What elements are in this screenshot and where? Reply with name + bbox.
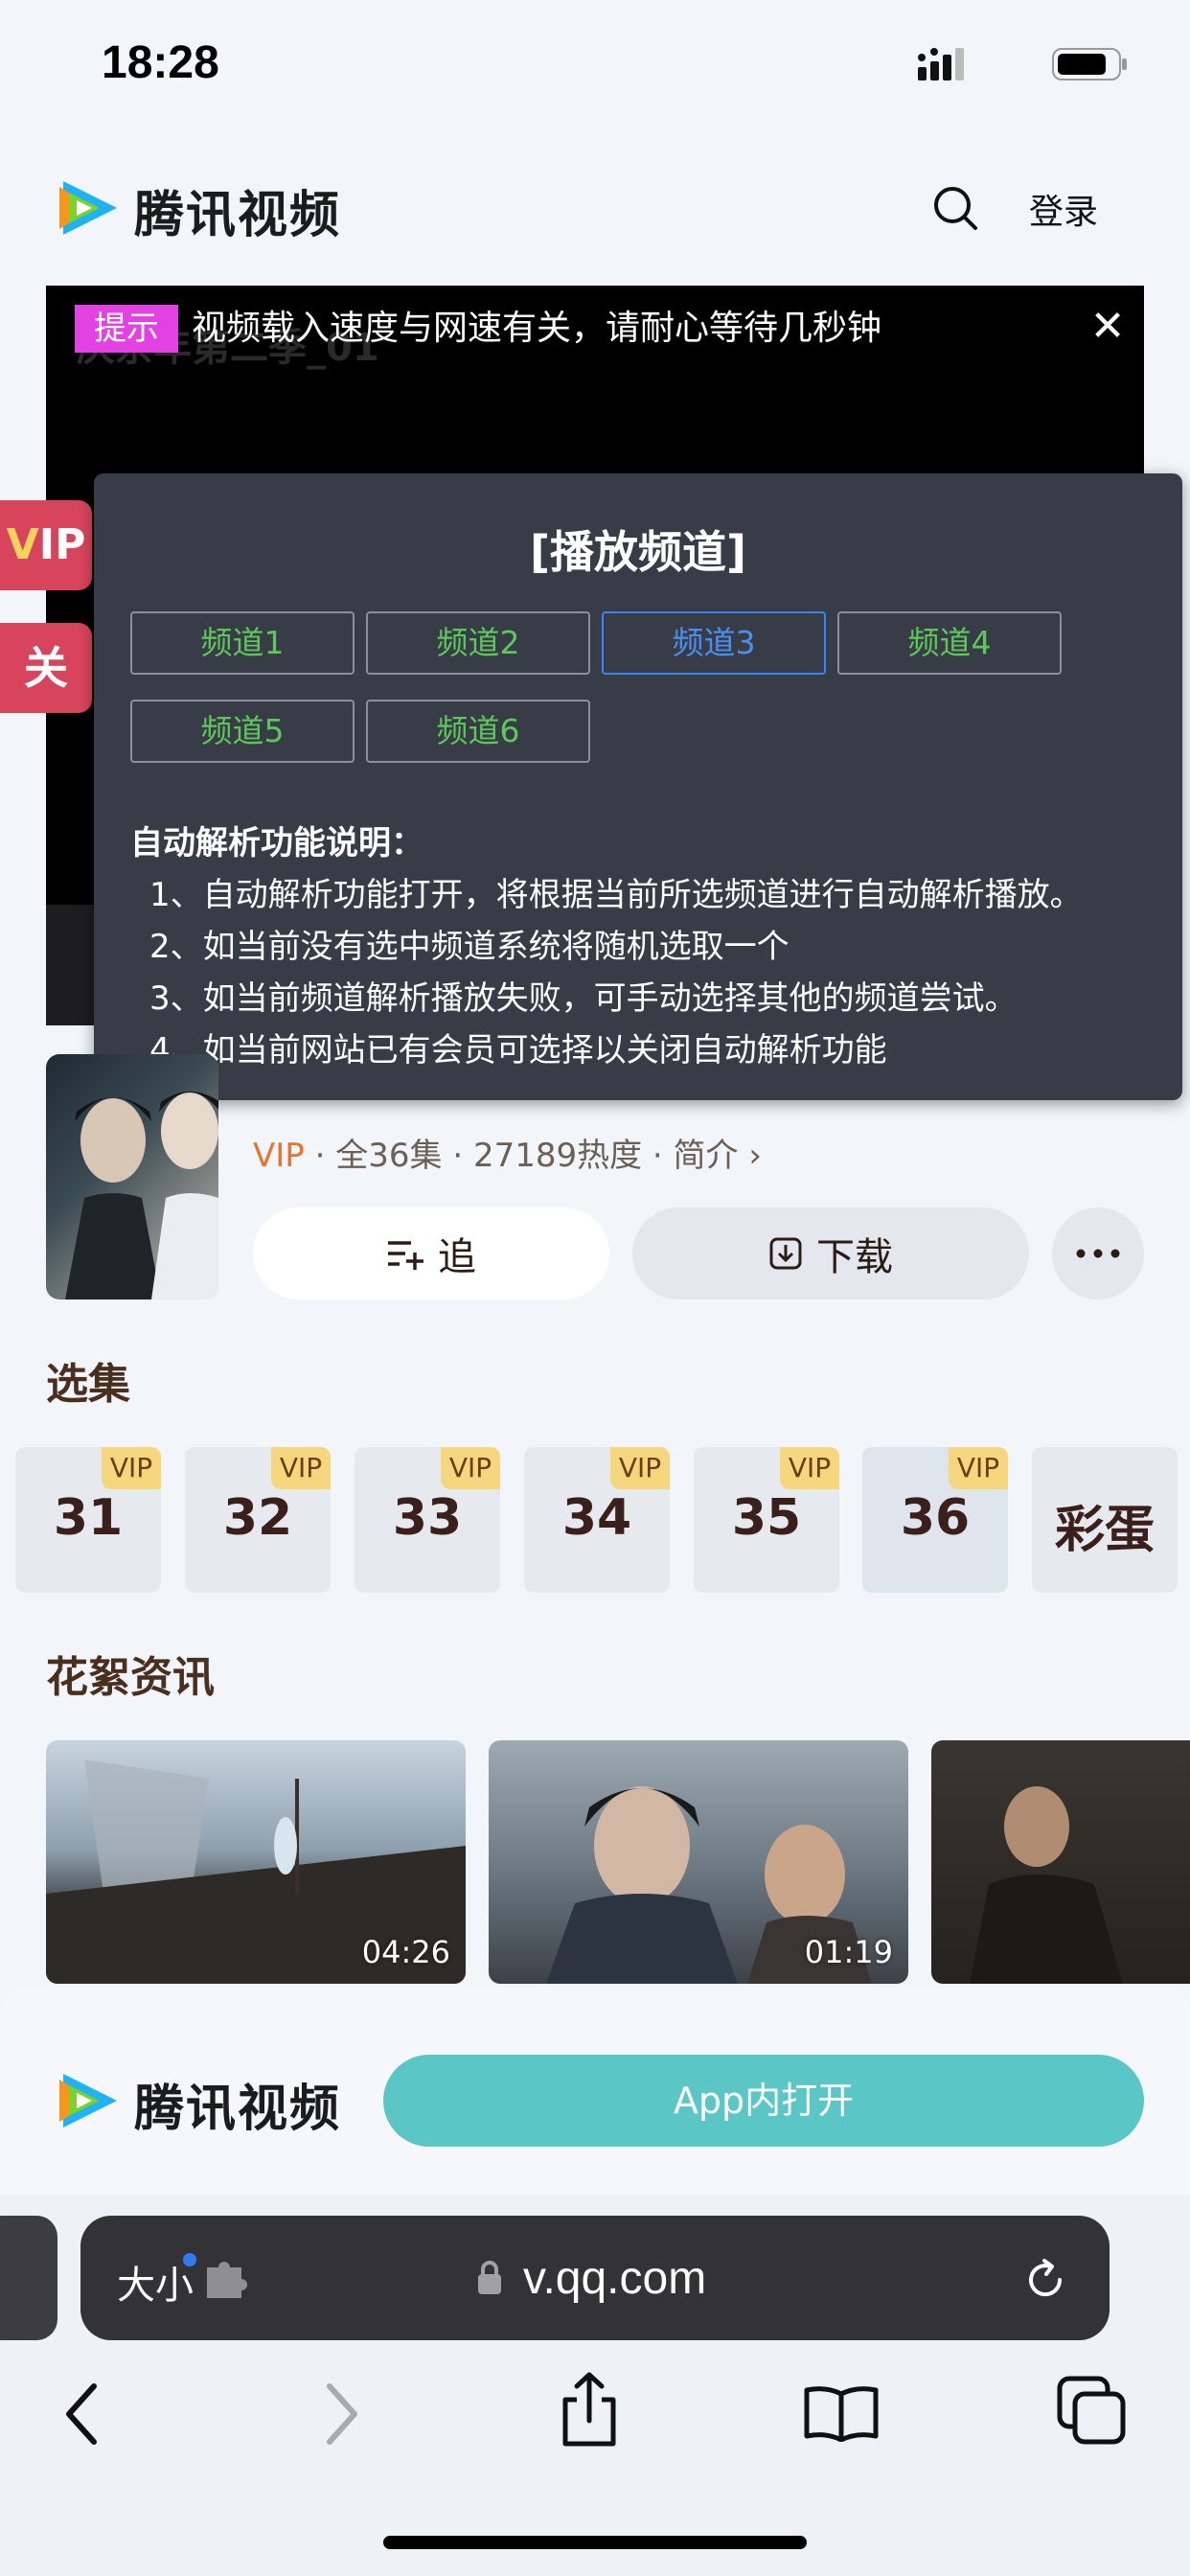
vip-badge: VIP [780,1447,839,1489]
forward-arrow-icon[interactable] [320,2382,362,2446]
vip-side-tab[interactable]: VIP [0,500,92,590]
tabs-icon[interactable] [1056,2375,1127,2446]
video-duration: 01:19 [804,1934,893,1970]
download-button[interactable]: 下载 [632,1208,1029,1300]
close-side-tab[interactable]: 关 [0,623,92,713]
download-label: 下载 [816,1235,893,1279]
follow-label: 追 [438,1235,476,1279]
back-arrow-icon[interactable] [61,2382,103,2446]
brand-name: 腾讯视频 [134,187,342,244]
reload-icon[interactable] [1021,2256,1069,2304]
channel-6-button[interactable]: 频道6 [366,700,590,763]
chevron-right-icon: › [748,1137,762,1175]
episode-number: 34 [561,1489,632,1547]
news-thumbnail[interactable] [931,1740,1190,1984]
show-meta: VIP · 全36集 · 27189热度 · 简介 › [253,1129,762,1176]
vip-side-v: V [6,520,39,569]
episode-item[interactable]: 31 VIP [15,1447,161,1593]
episode-item[interactable]: 35 VIP [694,1447,839,1593]
note-line-4: 4、如当前网站已有会员可选择以关闭自动解析功能 [149,1031,887,1070]
previous-tab-preview[interactable] [0,2216,57,2340]
status-time: 18:28 [102,37,219,88]
channel-4-button[interactable]: 频道4 [837,611,1062,675]
news-thumbnail[interactable]: 04:26 [46,1740,466,1984]
meta-sep-1: · [314,1137,326,1175]
meta-sep-3: · [652,1137,663,1175]
show-poster[interactable] [46,1054,218,1300]
download-icon [769,1237,802,1270]
note-line-3: 3、如当前频道解析播放失败，可手动选择其他的频道尝试。 [149,979,1018,1018]
vip-badge: VIP [441,1447,500,1489]
home-indicator [383,2536,807,2549]
notification-dot-icon [183,2253,196,2266]
episode-number: 31 [53,1489,124,1547]
channel-2-button[interactable]: 频道2 [366,611,590,675]
vip-badge: VIP [949,1447,1008,1489]
video-duration: 04:26 [361,1934,450,1970]
vip-badge: VIP [102,1447,161,1489]
episode-item[interactable]: 33 VIP [355,1447,500,1593]
search-icon[interactable] [931,184,979,232]
channel-1-button[interactable]: 频道1 [130,611,355,675]
more-button[interactable] [1052,1208,1144,1300]
poster-art [65,1092,218,1300]
url-text[interactable]: v.qq.com [523,2252,706,2305]
cellular-signal-icon [918,48,964,80]
meta-sep-2: · [452,1137,464,1175]
thumbnail-art [970,1786,1123,1984]
banner-brand-name: 腾讯视频 [134,2081,342,2138]
hint-tag: 提示 [75,305,178,353]
extension-puzzle-icon[interactable] [203,2258,253,2300]
add-to-list-icon [388,1241,423,1270]
note-line-2: 2、如当前没有选中频道系统将随机选取一个 [149,928,790,966]
vip-side-ip: IP [38,520,86,569]
hint-text: 视频载入速度与网速有关，请耐心等待几秒钟 [192,309,882,348]
follow-button[interactable]: 追 [253,1208,609,1300]
more-dots-icon [1076,1249,1120,1258]
meta-vip: VIP [253,1137,305,1175]
meta-heat: 27189热度 [472,1137,643,1175]
episode-item[interactable]: 36 VIP [862,1447,1008,1593]
episode-number: 32 [222,1489,293,1547]
vip-badge: VIP [271,1447,331,1489]
login-link[interactable]: 登录 [1029,184,1098,234]
share-icon[interactable] [558,2371,621,2450]
open-in-app-button[interactable]: App内打开 [383,2055,1144,2147]
episodes-title: 选集 [46,1360,130,1409]
bonus-episode-item[interactable]: 彩蛋 [1032,1447,1178,1593]
episode-item[interactable]: 34 VIP [524,1447,670,1593]
tencent-video-logo-icon [59,181,117,235]
episode-number: 彩蛋 [1054,1502,1155,1559]
note-line-1: 1、自动解析功能打开，将根据当前所选频道进行自动解析播放。 [149,876,1083,914]
intro-link[interactable]: 简介 [674,1137,739,1175]
channel-5-button[interactable]: 频道5 [130,700,355,763]
channel-3-button[interactable]: 频道3 [602,611,826,675]
vip-badge: VIP [610,1447,670,1489]
battery-icon [1052,48,1127,80]
news-thumbnail[interactable]: 01:19 [489,1740,908,1984]
meta-episodes: 全36集 [335,1137,443,1175]
bookmarks-icon[interactable] [803,2384,880,2442]
news-title: 花絮资讯 [46,1653,215,1702]
episode-number: 36 [900,1489,971,1547]
close-hint-button[interactable]: ✕ [1088,305,1127,349]
notes-title: 自动解析功能说明： [130,824,423,862]
panel-title: [播放频道] [529,526,747,578]
tencent-video-logo-icon [59,2074,117,2128]
lock-icon [478,2261,501,2294]
episode-number: 33 [392,1489,463,1547]
episode-number: 35 [731,1489,802,1547]
episode-item[interactable]: 32 VIP [185,1447,331,1593]
